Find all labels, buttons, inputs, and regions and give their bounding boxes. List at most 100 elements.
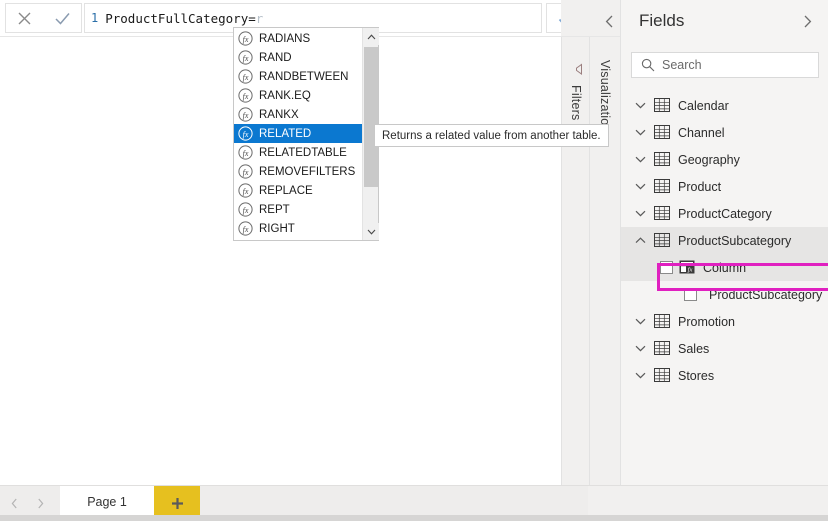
fx-icon: fx bbox=[237, 183, 253, 199]
svg-text:fx: fx bbox=[242, 187, 248, 196]
fields-table-label: ProductSubcategory bbox=[678, 234, 791, 248]
intellisense-item-label: REPLACE bbox=[259, 185, 313, 197]
filter-icon bbox=[568, 61, 584, 77]
chevron-down-icon[interactable] bbox=[632, 98, 648, 114]
svg-text:fx: fx bbox=[242, 130, 248, 139]
chevron-down-icon[interactable] bbox=[632, 125, 648, 141]
fields-table-label: Calendar bbox=[678, 99, 729, 113]
scroll-up-button[interactable] bbox=[363, 28, 379, 45]
chevron-down-icon[interactable] bbox=[632, 341, 648, 357]
chevron-down-icon bbox=[367, 229, 376, 235]
fields-table-productsubcategory[interactable]: ProductSubcategory bbox=[621, 227, 828, 254]
intellisense-item[interactable]: fx RADIANS bbox=[234, 29, 362, 48]
fx-icon: fx bbox=[237, 126, 253, 142]
fields-table-productcategory[interactable]: ProductCategory bbox=[621, 200, 828, 227]
close-icon bbox=[17, 11, 32, 26]
chevron-up-icon[interactable] bbox=[632, 233, 648, 249]
intellisense-item-label: REPT bbox=[259, 204, 290, 216]
intellisense-item-selected[interactable]: fx RELATED bbox=[234, 124, 362, 143]
intellisense-item[interactable]: fx RELATEDTABLE bbox=[234, 143, 362, 162]
fields-panel: Fields Search bbox=[620, 0, 828, 485]
fields-table-promotion[interactable]: Promotion bbox=[621, 308, 828, 335]
svg-text:fx: fx bbox=[242, 73, 248, 82]
formula-suffix: r bbox=[256, 11, 264, 26]
fields-column-productsubcategory[interactable]: ProductSubcategory bbox=[621, 281, 828, 308]
fields-table-label: Product bbox=[678, 180, 721, 194]
fields-tree: Calendar Channel Geography bbox=[621, 92, 828, 389]
fields-table-sales[interactable]: Sales bbox=[621, 335, 828, 362]
fields-table-label: Sales bbox=[678, 342, 709, 356]
intellisense-item[interactable]: fx RANK.EQ bbox=[234, 86, 362, 105]
tooltip-text: Returns a related value from another tab… bbox=[382, 130, 601, 142]
fields-search-input[interactable]: Search bbox=[631, 52, 819, 78]
svg-text:fx: fx bbox=[242, 92, 248, 101]
fields-column-column[interactable]: fx Column bbox=[621, 254, 828, 281]
intellisense-item[interactable]: fx REPT bbox=[234, 200, 362, 219]
fields-table-channel[interactable]: Channel bbox=[621, 119, 828, 146]
svg-text:fx: fx bbox=[242, 54, 248, 63]
fields-panel-header: Fields bbox=[621, 0, 828, 42]
table-icon bbox=[654, 233, 670, 249]
intellisense-item-label: RANK.EQ bbox=[259, 90, 311, 102]
svg-text:fx: fx bbox=[242, 206, 248, 215]
intellisense-list[interactable]: fx RADIANS fx RAND fx RANDBETWEEN fx bbox=[234, 28, 362, 240]
intellisense-item-label: RELATEDTABLE bbox=[259, 147, 347, 159]
chevron-down-icon[interactable] bbox=[632, 206, 648, 222]
chevron-left-icon bbox=[605, 15, 614, 28]
calculated-column-icon: fx bbox=[679, 260, 695, 275]
fields-table-stores[interactable]: Stores bbox=[621, 362, 828, 389]
intellisense-item[interactable]: fx RANKX bbox=[234, 105, 362, 124]
fields-table-label: Geography bbox=[678, 153, 740, 167]
fx-icon: fx bbox=[237, 50, 253, 66]
intellisense-item[interactable]: fx RAND bbox=[234, 48, 362, 67]
next-page-button[interactable] bbox=[32, 496, 48, 512]
fields-table-label: Promotion bbox=[678, 315, 735, 329]
chevron-down-icon[interactable] bbox=[632, 368, 648, 384]
power-bi-window: 1 ProductFullCategory=r fx RADIANS fx bbox=[0, 0, 828, 521]
fx-icon: fx bbox=[237, 145, 253, 161]
collapse-visualizations-button[interactable] bbox=[600, 12, 618, 30]
fields-table-label: Channel bbox=[678, 126, 725, 140]
formula-text: ProductFullCategory=r bbox=[105, 11, 263, 26]
intellisense-item[interactable]: fx RIGHT bbox=[234, 219, 362, 238]
fx-icon: fx bbox=[237, 202, 253, 218]
svg-text:fx: fx bbox=[242, 168, 248, 177]
fields-table-geography[interactable]: Geography bbox=[621, 146, 828, 173]
formula-line-number: 1 bbox=[85, 11, 105, 25]
intellisense-item[interactable]: fx REMOVEFILTERS bbox=[234, 162, 362, 181]
intellisense-item-label: RANDBETWEEN bbox=[259, 71, 348, 83]
chevron-down-icon[interactable] bbox=[632, 314, 648, 330]
table-icon bbox=[654, 152, 670, 168]
scrollbar-thumb[interactable] bbox=[364, 47, 378, 187]
collapse-fields-button[interactable] bbox=[797, 11, 817, 31]
chevron-down-icon[interactable] bbox=[632, 179, 648, 195]
fields-panel-title: Fields bbox=[639, 11, 684, 31]
intellisense-dropdown[interactable]: fx RADIANS fx RAND fx RANDBETWEEN fx bbox=[233, 27, 379, 241]
fields-table-label: ProductCategory bbox=[678, 207, 772, 221]
formula-bar-actions bbox=[5, 3, 82, 33]
filters-pane-collapsed[interactable]: Filters bbox=[561, 37, 589, 485]
field-checkbox[interactable] bbox=[684, 288, 697, 301]
fields-column-label: ProductSubcategory bbox=[709, 288, 822, 302]
previous-page-button[interactable] bbox=[6, 496, 22, 512]
window-bottom-strip bbox=[0, 515, 828, 521]
table-icon bbox=[654, 368, 670, 384]
commit-formula-button[interactable] bbox=[45, 4, 79, 32]
svg-text:fx: fx bbox=[688, 267, 693, 274]
chevron-left-icon bbox=[11, 498, 18, 509]
fx-icon: fx bbox=[237, 164, 253, 180]
intellisense-item-label: RADIANS bbox=[259, 33, 310, 45]
check-icon bbox=[54, 11, 71, 26]
fx-icon: fx bbox=[237, 221, 253, 237]
chevron-down-icon[interactable] bbox=[632, 152, 648, 168]
fields-table-label: Stores bbox=[678, 369, 714, 383]
intellisense-item[interactable]: fx REPLACE bbox=[234, 181, 362, 200]
cancel-formula-button[interactable] bbox=[8, 4, 42, 32]
svg-text:fx: fx bbox=[242, 225, 248, 234]
visualizations-pane-collapsed[interactable]: Visualizations bbox=[589, 37, 620, 485]
fields-table-calendar[interactable]: Calendar bbox=[621, 92, 828, 119]
intellisense-item[interactable]: fx RANDBETWEEN bbox=[234, 67, 362, 86]
field-checkbox[interactable] bbox=[660, 261, 673, 274]
scroll-down-button[interactable] bbox=[363, 223, 379, 240]
fields-table-product[interactable]: Product bbox=[621, 173, 828, 200]
